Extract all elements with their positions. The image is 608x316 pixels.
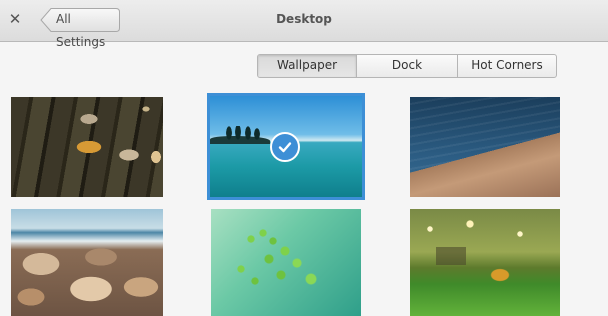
- wallpaper-thumbnail-beach-rocks[interactable]: [11, 209, 163, 316]
- header-bar: ✕ All Settings Desktop: [0, 0, 608, 49]
- tab-hot-corners[interactable]: Hot Corners: [458, 55, 556, 77]
- wallpaper-thumbnail-green-fern[interactable]: [211, 209, 361, 316]
- bench-shape: [436, 247, 466, 265]
- wallpaper-thumbnail-wooden-planks[interactable]: [11, 97, 163, 197]
- close-icon: ✕: [8, 10, 22, 28]
- selected-check-badge: [270, 132, 300, 162]
- wallpaper-thumbnail-ocean-dock[interactable]: [410, 97, 560, 197]
- close-button[interactable]: ✕: [6, 10, 24, 28]
- check-icon: [278, 142, 292, 153]
- back-button-label: All Settings: [56, 12, 106, 49]
- wallpaper-thumbnail-grass-leaf[interactable]: [410, 209, 560, 316]
- tab-dock[interactable]: Dock: [357, 55, 458, 77]
- all-settings-back-button[interactable]: All Settings: [40, 8, 120, 49]
- tab-wallpaper[interactable]: Wallpaper: [258, 55, 357, 77]
- trees-shape: [224, 126, 264, 140]
- mode-selector: Wallpaper Dock Hot Corners: [257, 54, 557, 78]
- wallpaper-thumbnail-lake-island[interactable]: [207, 93, 365, 200]
